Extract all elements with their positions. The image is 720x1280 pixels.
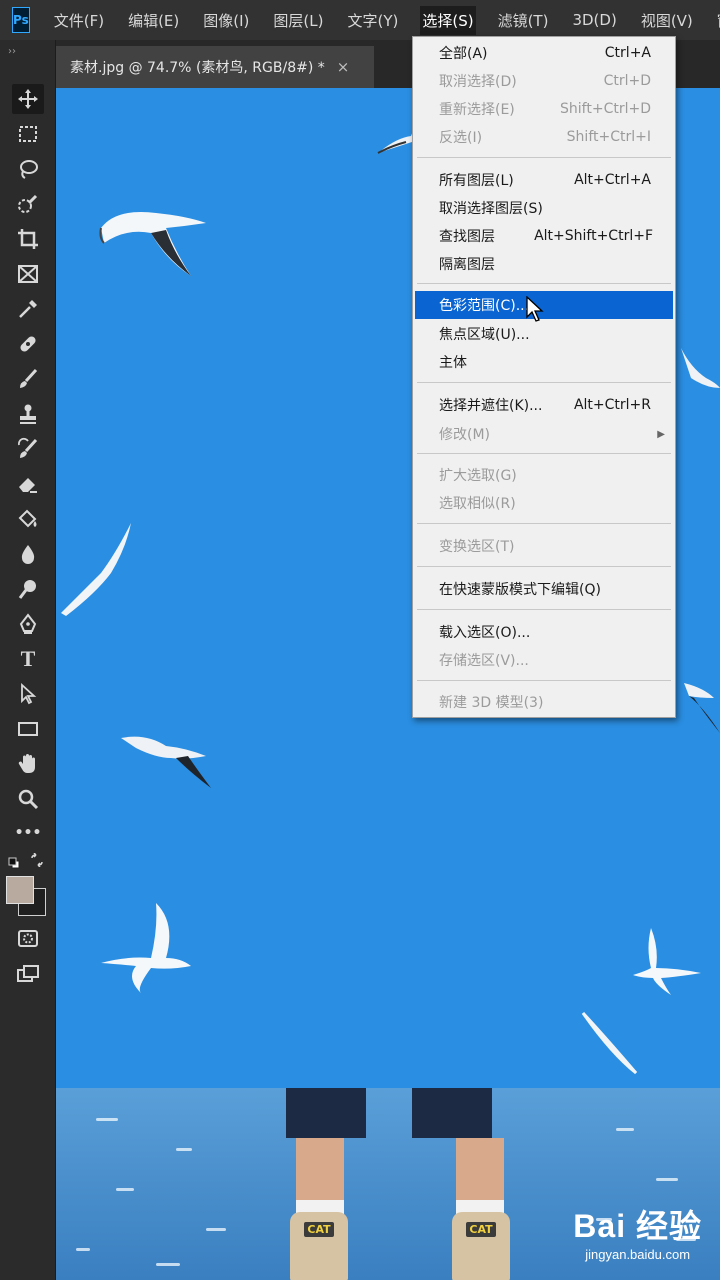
foreground-color-swatch[interactable] — [6, 876, 34, 904]
lasso-tool-icon[interactable] — [12, 154, 44, 184]
seagull-image — [681, 348, 720, 388]
default-colors-icon[interactable] — [8, 854, 20, 869]
menu-window[interactable]: 窗 — [715, 6, 720, 35]
brush-tool-icon[interactable] — [12, 364, 44, 394]
shoe-right: CAT — [452, 1212, 510, 1280]
rectangle-tool-icon[interactable] — [12, 714, 44, 744]
type-tool-icon[interactable]: T — [12, 644, 44, 674]
frame-tool-icon[interactable] — [12, 259, 44, 289]
move-tool-icon[interactable] — [12, 84, 44, 114]
collapse-icon[interactable]: ›› — [8, 46, 16, 57]
menu-item-deselect[interactable]: 取消选择(D) Ctrl+D — [415, 67, 673, 95]
document-tab[interactable]: 素材.jpg @ 74.7% (素材鸟, RGB/8#) * × — [56, 46, 374, 88]
menu-item-reselect[interactable]: 重新选择(E) Shift+Ctrl+D — [415, 95, 673, 123]
menu-layer[interactable]: 图层(L) — [271, 6, 325, 35]
menu-separator — [417, 680, 671, 681]
pen-tool-icon[interactable] — [12, 609, 44, 639]
menu-item-similar[interactable]: 选取相似(R) — [415, 489, 673, 517]
eyedropper-tool-icon[interactable] — [12, 294, 44, 324]
seagull-image — [61, 523, 131, 616]
seagull-image — [684, 683, 720, 733]
menu-separator — [417, 566, 671, 567]
menu-select[interactable]: 选择(S) — [420, 5, 476, 35]
history-brush-tool-icon[interactable] — [12, 434, 44, 464]
shorts-left — [286, 1088, 366, 1138]
more-tools-glyph: ••• — [14, 825, 42, 841]
eraser-tool-icon[interactable] — [12, 469, 44, 499]
tools-panel: ›› T ••• — [0, 40, 56, 1280]
menu-separator — [417, 382, 671, 383]
seagull-image — [633, 928, 701, 995]
crop-tool-icon[interactable] — [12, 224, 44, 254]
menu-item-all-layers[interactable]: 所有图层(L) Alt+Ctrl+A — [415, 166, 673, 194]
screen-mode-icon[interactable] — [12, 959, 44, 989]
menu-3d[interactable]: 3D(D) — [570, 7, 618, 33]
menu-separator — [417, 157, 671, 158]
menu-view[interactable]: 视图(V) — [639, 6, 695, 35]
menu-item-inverse[interactable]: 反选(I) Shift+Ctrl+I — [415, 123, 673, 151]
shorts-right — [412, 1088, 492, 1138]
seagull-image — [121, 736, 211, 788]
menu-edit[interactable]: 编辑(E) — [126, 6, 181, 35]
shoe-brand-label: CAT — [466, 1222, 496, 1237]
path-selection-tool-icon[interactable] — [12, 679, 44, 709]
person-legs-image: CAT CAT — [276, 1088, 576, 1280]
photoshop-logo: Ps — [12, 7, 30, 33]
baidu-watermark: Bai 经验 jingyan.baidu.com — [573, 1201, 702, 1262]
menu-item-transform-selection[interactable]: 变换选区(T) — [415, 532, 673, 560]
shoe-left: CAT — [290, 1212, 348, 1280]
menu-bar: Ps 文件(F) 编辑(E) 图像(I) 图层(L) 文字(Y) 选择(S) 滤… — [0, 0, 720, 40]
seagull-image — [581, 1011, 638, 1075]
menu-item-deselect-layers[interactable]: 取消选择图层(S) — [415, 194, 673, 222]
quick-selection-tool-icon[interactable] — [12, 189, 44, 219]
type-tool-glyph: T — [20, 646, 36, 671]
shoe-brand-label: CAT — [304, 1222, 334, 1237]
menu-separator — [417, 283, 671, 284]
menu-item-grow[interactable]: 扩大选取(G) — [415, 461, 673, 489]
zoom-tool-icon[interactable] — [12, 784, 44, 814]
blur-tool-icon[interactable] — [12, 539, 44, 569]
marquee-tool-icon[interactable] — [12, 119, 44, 149]
menu-file[interactable]: 文件(F) — [52, 6, 106, 35]
document-tab-title: 素材.jpg @ 74.7% (素材鸟, RGB/8#) * — [70, 60, 325, 76]
mouse-cursor-icon — [526, 296, 544, 322]
clone-stamp-tool-icon[interactable] — [12, 399, 44, 429]
menu-item-subject[interactable]: 主体 — [415, 348, 673, 376]
menu-separator — [417, 609, 671, 610]
menu-item-select-all[interactable]: 全部(A) Ctrl+A — [415, 39, 673, 67]
submenu-arrow-icon: ▶ — [657, 428, 665, 440]
close-icon[interactable]: × — [337, 58, 350, 76]
menu-item-select-and-mask[interactable]: 选择并遮住(K)... Alt+Ctrl+R — [415, 391, 673, 419]
swap-colors-icon[interactable] — [30, 852, 44, 868]
menu-item-focus-area[interactable]: 焦点区域(U)... — [415, 320, 673, 348]
hand-tool-icon[interactable] — [12, 749, 44, 779]
seagull-image — [99, 212, 206, 276]
menu-item-save-selection[interactable]: 存储选区(V)... — [415, 646, 673, 674]
seagull-image — [101, 903, 191, 993]
paint-bucket-tool-icon[interactable] — [12, 504, 44, 534]
dodge-tool-icon[interactable] — [12, 574, 44, 604]
menu-item-isolate-layers[interactable]: 隔离图层 — [415, 250, 673, 278]
watermark-url: jingyan.baidu.com — [585, 1247, 691, 1262]
menu-item-find-layers[interactable]: 查找图层 Alt+Shift+Ctrl+F — [415, 222, 673, 250]
menu-item-quick-mask-edit[interactable]: 在快速蒙版模式下编辑(Q) — [415, 575, 673, 603]
select-menu-dropdown: 全部(A) Ctrl+A 取消选择(D) Ctrl+D 重新选择(E) Shift+C… — [412, 36, 676, 718]
menu-image[interactable]: 图像(I) — [201, 6, 251, 35]
more-tools-icon[interactable]: ••• — [12, 818, 44, 848]
menu-separator — [417, 453, 671, 454]
menu-item-load-selection[interactable]: 载入选区(O)... — [415, 618, 673, 646]
watermark-logo: Bai 经验 — [573, 1208, 702, 1244]
healing-brush-tool-icon[interactable] — [12, 329, 44, 359]
menu-type[interactable]: 文字(Y) — [345, 6, 400, 35]
menu-separator — [417, 523, 671, 524]
menu-item-modify[interactable]: 修改(M) ▶ — [415, 420, 673, 448]
quick-mask-icon[interactable] — [12, 924, 44, 954]
menu-item-color-range[interactable]: 色彩范围(C)... — [415, 291, 673, 319]
menu-filter[interactable]: 滤镜(T) — [496, 6, 551, 35]
menu-item-new-3d-model[interactable]: 新建 3D 模型(3) — [415, 688, 673, 716]
